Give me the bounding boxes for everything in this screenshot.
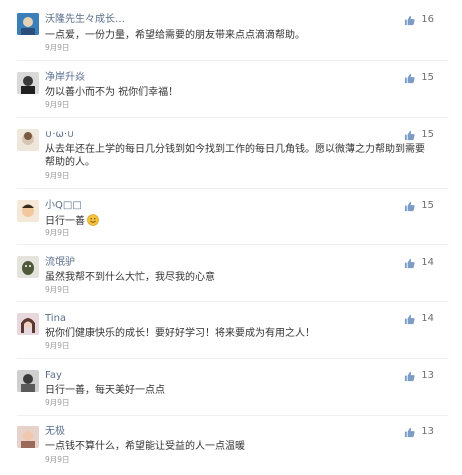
thumbs-up-icon	[405, 201, 415, 211]
comment-text: 从去年还在上学的每日几分钱到如今找到工作的每日几角钱。愿以微薄之力帮助到需要帮助…	[45, 144, 425, 168]
like-button[interactable]: 16	[404, 14, 434, 26]
comment-date: 9月9日	[45, 398, 70, 407]
like-button[interactable]: 15	[404, 200, 434, 212]
comment-text: 日行一善，每天美好一点点	[45, 385, 165, 396]
thumbs-up-icon	[405, 73, 415, 83]
like-button[interactable]: 15	[404, 129, 434, 141]
thumbs-up-icon	[405, 371, 415, 381]
commenter-name[interactable]: Fay	[45, 370, 62, 382]
like-count: 13	[421, 370, 434, 381]
divider	[17, 358, 448, 359]
thumbs-up-icon	[405, 130, 415, 140]
comment-text: 虽然我帮不到什么大忙，我尽我的心意	[45, 272, 215, 283]
comment-text: 勿以善小而不为 祝你们幸福！	[45, 87, 179, 98]
avatar[interactable]	[17, 72, 39, 94]
comment-date: 9月9日	[45, 455, 70, 464]
like-count: 15	[421, 129, 434, 140]
comment-date: 9月9日	[45, 285, 70, 294]
avatar[interactable]	[17, 256, 39, 278]
avatar[interactable]	[17, 200, 39, 222]
smile-emoji-icon	[87, 214, 99, 226]
commenter-name[interactable]: ∪·ω·∪	[45, 129, 74, 141]
comment-text-content: 日行一善	[45, 216, 85, 227]
avatar[interactable]	[17, 313, 39, 335]
like-button[interactable]: 13	[404, 426, 434, 438]
like-count: 13	[421, 426, 434, 437]
comment-date: 9月9日	[45, 100, 70, 109]
divider	[17, 244, 448, 245]
like-button[interactable]: 14	[404, 313, 434, 325]
avatar[interactable]	[17, 370, 39, 392]
avatar[interactable]	[17, 426, 39, 448]
thumbs-up-icon	[405, 314, 415, 324]
thumbs-up-icon	[405, 258, 415, 268]
commenter-name[interactable]: 净岸升焱	[45, 72, 85, 84]
commenter-name[interactable]: 流氓驴	[45, 257, 75, 269]
commenter-name[interactable]: 小Q□□	[45, 200, 82, 212]
divider	[17, 301, 448, 302]
comment-date: 9月9日	[45, 228, 70, 237]
like-button[interactable]: 13	[404, 370, 434, 382]
commenter-name[interactable]: 无极	[45, 426, 65, 438]
like-count: 15	[421, 200, 434, 211]
comment-text: 一点爱，一份力量，希望给需要的朋友带来点点滴滴帮助。	[45, 30, 305, 41]
commenter-name[interactable]: 沃隆先生々成长…	[45, 14, 125, 26]
comment-text: 祝你们健康快乐的成长！要好好学习！将来要成为有用之人！	[45, 328, 315, 339]
comment-text: 日行一善	[45, 214, 425, 228]
divider	[17, 188, 448, 189]
avatar[interactable]	[17, 13, 39, 35]
like-count: 14	[421, 313, 434, 324]
commenter-name[interactable]: Tina	[45, 313, 66, 325]
divider	[17, 117, 448, 118]
comment-date: 9月9日	[45, 171, 70, 180]
thumbs-up-icon	[405, 427, 415, 437]
like-count: 16	[421, 14, 434, 25]
like-button[interactable]: 14	[404, 257, 434, 269]
divider	[17, 415, 448, 416]
comment-date: 9月9日	[45, 341, 70, 350]
comment-text: 一点钱不算什么，希望能让受益的人一点温暖	[45, 441, 245, 452]
thumbs-up-icon	[405, 15, 415, 25]
divider	[17, 60, 448, 61]
avatar[interactable]	[17, 129, 39, 151]
like-button[interactable]: 15	[404, 72, 434, 84]
comment-date: 9月9日	[45, 43, 70, 52]
like-count: 14	[421, 257, 434, 268]
like-count: 15	[421, 72, 434, 83]
